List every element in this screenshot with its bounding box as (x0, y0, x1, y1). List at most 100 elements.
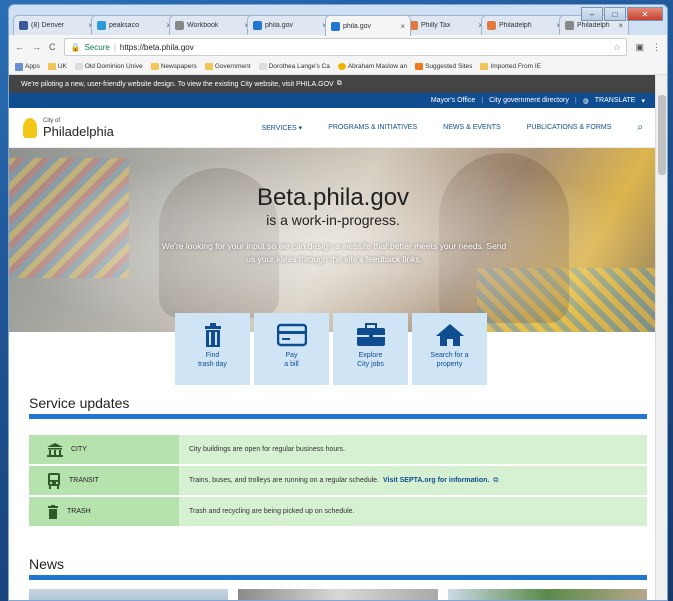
nav-publications[interactable]: PUBLICATIONS & FORMS (527, 124, 612, 131)
update-row-city: CITY City buildings are open for regular… (29, 435, 647, 464)
folder-icon (47, 63, 56, 70)
tab-strip: (8) Denver× peaksaco× Workbook× phila.go… (9, 5, 667, 36)
external-link-icon[interactable]: ⧉ (493, 477, 498, 485)
browser-tab[interactable]: Workbook× (169, 15, 255, 35)
page-icon (258, 63, 267, 70)
city-logo[interactable]: City of Philadelphia (23, 117, 114, 138)
directory-link[interactable]: City government directory (489, 97, 569, 104)
credit-card-icon (276, 323, 307, 347)
window-close-button[interactable]: ✕ (627, 7, 663, 21)
bookmark-item[interactable]: Suggested Sites (415, 63, 472, 70)
nav-news-events[interactable]: NEWS & EVENTS (443, 124, 501, 131)
mayors-office-link[interactable]: Mayor's Office (431, 97, 475, 104)
hero-banner: Beta.phila.gov is a work-in-progress. We… (9, 148, 657, 332)
scrollbar-thumb[interactable] (658, 95, 666, 175)
minimize-button[interactable]: – (581, 7, 603, 21)
address-bar[interactable]: 🔒 Secure | https://beta.phila.gov ☆ (63, 38, 628, 56)
folder-icon (150, 63, 159, 70)
browser-tab-active[interactable]: phila.gov × (325, 15, 411, 36)
folder-icon (480, 63, 489, 70)
favicon-icon (97, 21, 106, 30)
lock-icon: 🔒 (70, 42, 81, 52)
favicon-icon (253, 21, 262, 30)
update-row-trash: TRASH Trash and recycling are being pick… (29, 497, 647, 526)
bookmark-item[interactable]: Dorothea Lange's Ca (258, 63, 330, 70)
browser-tab[interactable]: (8) Denver× (13, 15, 99, 35)
favicon-icon (19, 21, 28, 30)
tile-explore-jobs[interactable]: Explore City jobs (333, 313, 408, 385)
translate-button[interactable]: TRANSLATE (595, 97, 636, 104)
bus-icon (48, 472, 60, 489)
bookmarks-bar: Apps UK Old Dominion Unive Newspapers Go… (9, 59, 667, 75)
browser-tab[interactable]: phila.gov× (247, 15, 333, 35)
forward-icon[interactable]: → (32, 42, 41, 52)
star-icon[interactable]: ☆ (613, 43, 620, 52)
home-icon (435, 324, 464, 346)
favicon-icon (331, 21, 340, 31)
apps-icon (15, 62, 23, 71)
secure-label: Secure (84, 42, 110, 52)
septa-link[interactable]: Visit SEPTA.org for information. (383, 477, 489, 484)
close-icon[interactable]: × (400, 22, 405, 31)
hero-subtitle: is a work-in-progress. (266, 212, 400, 228)
tile-search-property[interactable]: Search for a property (412, 313, 487, 385)
bookmark-item[interactable]: Old Dominion Unive (74, 63, 143, 70)
window-controls: – □ ✕ (581, 7, 663, 21)
update-row-transit: TRANSIT Trains, buses, and trolleys are … (29, 466, 647, 495)
menu-icon[interactable]: ⋮ (652, 42, 661, 53)
browser-toolbar: ← → C 🔒 Secure | https://beta.phila.gov … (9, 35, 667, 59)
pilot-banner: We're piloting a new, user-friendly webs… (9, 75, 657, 93)
page-scrollbar[interactable] (655, 75, 667, 600)
main-nav: City of Philadelphia SERVICES ▾ PROGRAMS… (9, 108, 657, 148)
url-text: https://beta.phila.gov (119, 42, 194, 52)
news-thumbnail[interactable] (238, 589, 438, 600)
favicon-icon (565, 21, 574, 30)
hero-title: Beta.phila.gov (256, 184, 410, 211)
favicon-icon (487, 21, 496, 30)
tile-find-trash-day[interactable]: Find trash day (175, 313, 250, 385)
news-thumbnail[interactable] (447, 589, 647, 600)
section-rule (29, 575, 647, 580)
nav-services[interactable]: SERVICES ▾ (261, 124, 302, 132)
service-updates-title: Service updates (29, 395, 130, 411)
quick-links: Find trash day Pay a bill Explore City j… (175, 313, 487, 385)
extension-icon[interactable]: ▣ (635, 42, 644, 53)
browser-tab[interactable]: Philly Tax× (403, 15, 489, 35)
nav-programs[interactable]: PROGRAMS & INITIATIVES (328, 124, 417, 131)
bookmark-item[interactable]: Apps (15, 62, 40, 71)
bookmark-item[interactable]: UK (47, 63, 67, 70)
site-icon (415, 63, 424, 70)
back-icon[interactable]: ← (15, 42, 24, 52)
web-page: We're piloting a new, user-friendly webs… (9, 75, 657, 600)
trash-icon (48, 504, 58, 519)
bookmark-item[interactable]: Government (204, 63, 251, 70)
page-icon (74, 63, 83, 70)
browser-window: (8) Denver× peaksaco× Workbook× phila.go… (8, 4, 668, 601)
nav-links: SERVICES ▾ PROGRAMS & INITIATIVES NEWS &… (261, 122, 643, 133)
liberty-bell-icon (23, 117, 37, 138)
close-icon[interactable]: × (618, 21, 623, 30)
section-rule (29, 414, 647, 419)
browser-tab[interactable]: peaksaco× (91, 15, 177, 35)
caret-down-icon: ▾ (298, 124, 303, 132)
tile-pay-a-bill[interactable]: Pay a bill (254, 313, 329, 385)
utility-bar: Mayor's Office | City government directo… (9, 93, 657, 108)
news-title: News (29, 556, 65, 572)
favicon-icon (175, 21, 184, 30)
maximize-button[interactable]: □ (604, 7, 626, 21)
reload-icon[interactable]: C (49, 42, 56, 52)
building-icon (47, 442, 63, 457)
folder-icon (204, 63, 213, 70)
external-link-icon[interactable]: ⧉ (337, 80, 342, 88)
service-updates: CITY City buildings are open for regular… (29, 435, 647, 526)
bookmark-item[interactable]: Newspapers (150, 63, 197, 70)
bookmark-item[interactable]: Imported From IE (480, 63, 541, 70)
bookmark-item[interactable]: Abraham Maslow an (337, 63, 407, 70)
news-thumbnail[interactable] (29, 589, 229, 600)
browser-tab[interactable]: Philadelph× (481, 15, 567, 35)
search-icon[interactable]: ⌕ (637, 122, 643, 133)
trash-icon (204, 323, 221, 347)
caret-down-icon[interactable]: ▾ (641, 97, 645, 105)
hero-body: We're looking for your input so we can d… (161, 241, 507, 264)
news-thumbnails (29, 589, 647, 600)
